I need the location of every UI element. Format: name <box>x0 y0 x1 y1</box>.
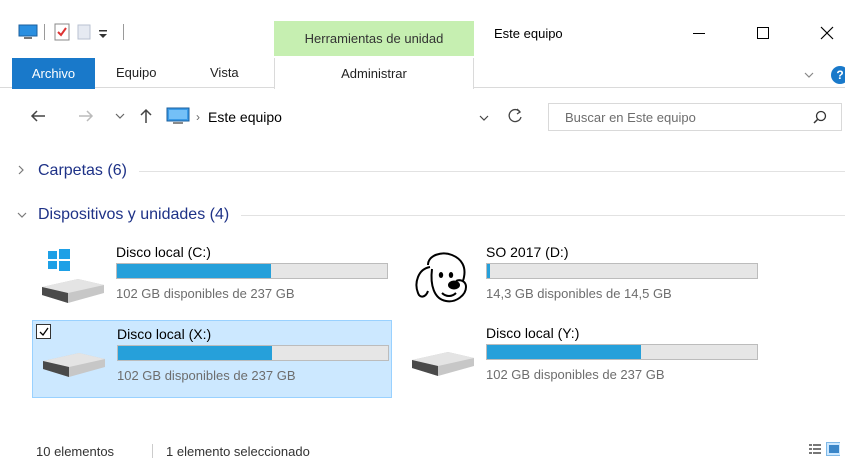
drive-name: Disco local (Y:) <box>486 325 580 341</box>
drive-item-c[interactable]: Disco local (C:) 102 GB disponibles de 2… <box>32 239 392 317</box>
recent-locations-button[interactable] <box>110 106 130 126</box>
close-button[interactable] <box>804 21 845 45</box>
drive-usage-bar <box>486 263 758 279</box>
drive-free-space: 102 GB disponibles de 237 GB <box>116 286 295 301</box>
refresh-icon[interactable] <box>508 108 524 127</box>
back-button[interactable] <box>28 106 48 126</box>
hard-drive-icon <box>39 339 107 395</box>
drive-item-d[interactable]: SO 2017 (D:) 14,3 GB disponibles de 14,5… <box>402 239 762 317</box>
selection-count: 1 elemento seleccionado <box>166 444 310 459</box>
group-devices[interactable]: Dispositivos y unidades (4) <box>16 206 845 224</box>
title-bar: Herramientas de unidad Este equipo <box>0 0 845 58</box>
maximize-button[interactable] <box>740 21 786 45</box>
search-input[interactable]: Buscar en Este equipo <box>548 103 842 131</box>
new-folder-icon[interactable] <box>75 23 93 41</box>
drive-name: Disco local (C:) <box>116 244 211 260</box>
computer-icon[interactable] <box>18 23 38 41</box>
ribbon-tabs: Archivo Equipo Vista Administrar ? <box>0 58 845 89</box>
drive-usage-bar <box>486 344 758 360</box>
drive-free-space: 102 GB disponibles de 237 GB <box>486 367 665 382</box>
expand-ribbon-icon[interactable] <box>803 68 815 83</box>
status-bar: 10 elementos 1 elemento seleccionado <box>0 440 845 461</box>
group-divider <box>241 214 845 216</box>
large-icons-view-icon[interactable] <box>826 442 840 456</box>
tab-file[interactable]: Archivo <box>12 58 95 89</box>
minimize-button[interactable] <box>676 21 722 45</box>
drive-usage-bar <box>116 263 388 279</box>
details-view-icon[interactable] <box>808 442 822 459</box>
search-placeholder: Buscar en Este equipo <box>565 109 696 125</box>
drive-usage-bar <box>117 345 389 361</box>
status-divider <box>152 444 153 458</box>
drive-name: Disco local (X:) <box>117 326 212 342</box>
drive-free-space: 14,3 GB disponibles de 14,5 GB <box>486 286 672 301</box>
breadcrumb[interactable]: Este equipo <box>208 109 282 125</box>
drive-tools-tab[interactable]: Herramientas de unidad <box>274 21 474 56</box>
group-folders[interactable]: Carpetas (6) <box>16 162 845 180</box>
drive-name: SO 2017 (D:) <box>486 244 569 260</box>
tab-manage[interactable]: Administrar <box>274 58 474 89</box>
chevron-down-icon[interactable] <box>16 207 32 223</box>
drive-free-space: 102 GB disponibles de 237 GB <box>117 368 296 383</box>
group-label: Dispositivos y unidades (4) <box>38 206 230 223</box>
breadcrumb-separator-icon: › <box>196 110 200 124</box>
address-row: › Este equipo Buscar en Este equipo <box>0 100 845 134</box>
window-title: Este equipo <box>494 26 563 41</box>
chevron-right-icon[interactable] <box>16 163 32 179</box>
help-icon[interactable]: ? <box>831 66 845 84</box>
selection-checkbox[interactable] <box>36 324 51 339</box>
tab-view[interactable]: Vista <box>210 65 239 80</box>
tab-computer[interactable]: Equipo <box>116 65 156 80</box>
hard-drive-icon <box>408 338 476 394</box>
windows-drive-icon <box>38 249 106 305</box>
drive-item-x[interactable]: Disco local (X:) 102 GB disponibles de 2… <box>32 320 392 398</box>
properties-icon[interactable] <box>53 23 71 41</box>
computer-icon <box>166 106 190 129</box>
customize-toolbar-icon[interactable] <box>97 23 115 41</box>
group-label: Carpetas (6) <box>38 162 127 179</box>
dog-drive-icon <box>408 249 476 305</box>
quick-access-toolbar <box>18 21 128 43</box>
address-dropdown-icon[interactable] <box>478 111 490 126</box>
address-bar[interactable]: › Este equipo <box>166 103 502 131</box>
item-count: 10 elementos <box>36 444 115 459</box>
drive-item-y[interactable]: Disco local (Y:) 102 GB disponibles de 2… <box>402 320 762 398</box>
up-button[interactable] <box>136 106 156 126</box>
forward-button[interactable] <box>76 106 96 126</box>
search-icon[interactable] <box>813 110 827 127</box>
group-divider <box>138 170 845 172</box>
